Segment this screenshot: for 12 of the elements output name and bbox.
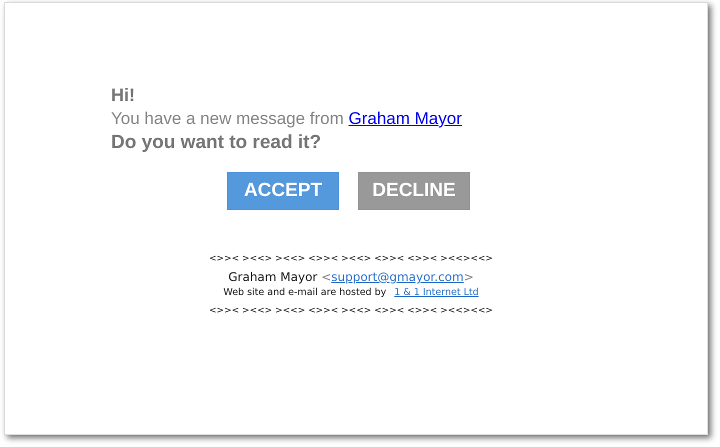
ornament-divider: <>>< ><<> ><<> <>>< ><<> <>>< <>>< ><<><<> bbox=[209, 254, 493, 264]
ornament-divider: <>>< ><<> ><<> <>>< ><<> <>>< <>>< ><<><<> bbox=[209, 306, 493, 316]
host-link[interactable]: 1 & 1 Internet Ltd bbox=[394, 287, 479, 298]
greeting: Hi! bbox=[111, 85, 135, 106]
decline-button[interactable]: DECLINE bbox=[358, 172, 470, 210]
signature-text: Graham Mayor <support@gmayor.com> bbox=[228, 270, 474, 284]
message-text: You have a new message from Graham Mayor bbox=[111, 109, 462, 129]
question-text: Do you want to read it? bbox=[111, 132, 322, 154]
accept-button[interactable]: ACCEPT bbox=[227, 172, 339, 210]
sender-link[interactable]: Graham Mayor bbox=[348, 109, 462, 128]
hosting-text: Web site and e-mail are hosted by 1 & 1 Internet Ltd bbox=[223, 287, 479, 298]
email-link[interactable]: support@gmayor.com bbox=[331, 270, 464, 284]
